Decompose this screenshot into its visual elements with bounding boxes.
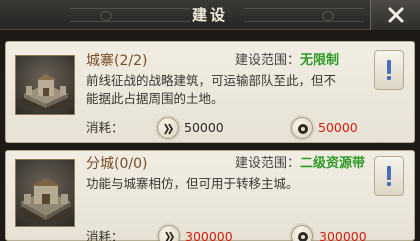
build-range-value: 无限制 <box>300 53 340 68</box>
cost-value-wood: 300000 <box>185 229 233 241</box>
fortress-icon <box>15 55 75 115</box>
city-image <box>19 178 73 222</box>
building-description: 功能与城寨相仿，但可用于转移主城。 <box>86 176 299 191</box>
build-range: 建设范围：二级资源带 <box>235 155 365 173</box>
build-range-label: 建设范围： <box>235 156 301 171</box>
close-button[interactable] <box>370 0 420 30</box>
building-name: 分城(0/0) <box>86 156 148 172</box>
exclamation-icon <box>387 166 391 186</box>
cost-value-stone: 300000 <box>319 229 367 241</box>
building-list: 城寨(2/2) 建设范围：无限制 前线征战的战略建筑，可运输部队至此，但不 能据… <box>0 30 420 241</box>
exclamation-icon <box>387 60 391 80</box>
stone-resource-icon <box>291 225 313 241</box>
cost-value-stone: 50000 <box>318 120 358 135</box>
cost-label: 消耗： <box>86 229 124 241</box>
stone-resource-icon <box>291 117 313 139</box>
wood-resource-icon <box>158 225 180 241</box>
building-name: 城寨(2/2) <box>86 53 148 69</box>
building-card-sub-city[interactable]: 分城(0/0) 建设范围：二级资源带 功能与城寨相仿，但可用于转移主城。 消耗：… <box>5 150 415 241</box>
building-description: 前线征战的战略建筑，可运输部队至此，但不 能据此占据周围的土地。 <box>86 73 337 106</box>
build-range: 建设范围：无限制 <box>235 52 339 70</box>
close-icon <box>388 7 403 23</box>
info-button[interactable] <box>374 156 404 196</box>
cost-label: 消耗： <box>86 120 124 135</box>
page-title: 建设 <box>191 6 228 24</box>
cost-value-wood: 50000 <box>184 120 224 135</box>
build-range-value: 二级资源带 <box>300 156 366 171</box>
title-ornament-right <box>244 8 364 22</box>
fortress-image <box>20 74 72 110</box>
city-icon <box>15 159 75 227</box>
wood-resource-icon <box>157 117 179 139</box>
title-bar: 建设 <box>0 0 420 30</box>
building-card-fortress[interactable]: 城寨(2/2) 建设范围：无限制 前线征战的战略建筑，可运输部队至此，但不 能据… <box>5 41 415 143</box>
info-button[interactable] <box>374 50 404 90</box>
build-range-label: 建设范围： <box>235 53 301 68</box>
